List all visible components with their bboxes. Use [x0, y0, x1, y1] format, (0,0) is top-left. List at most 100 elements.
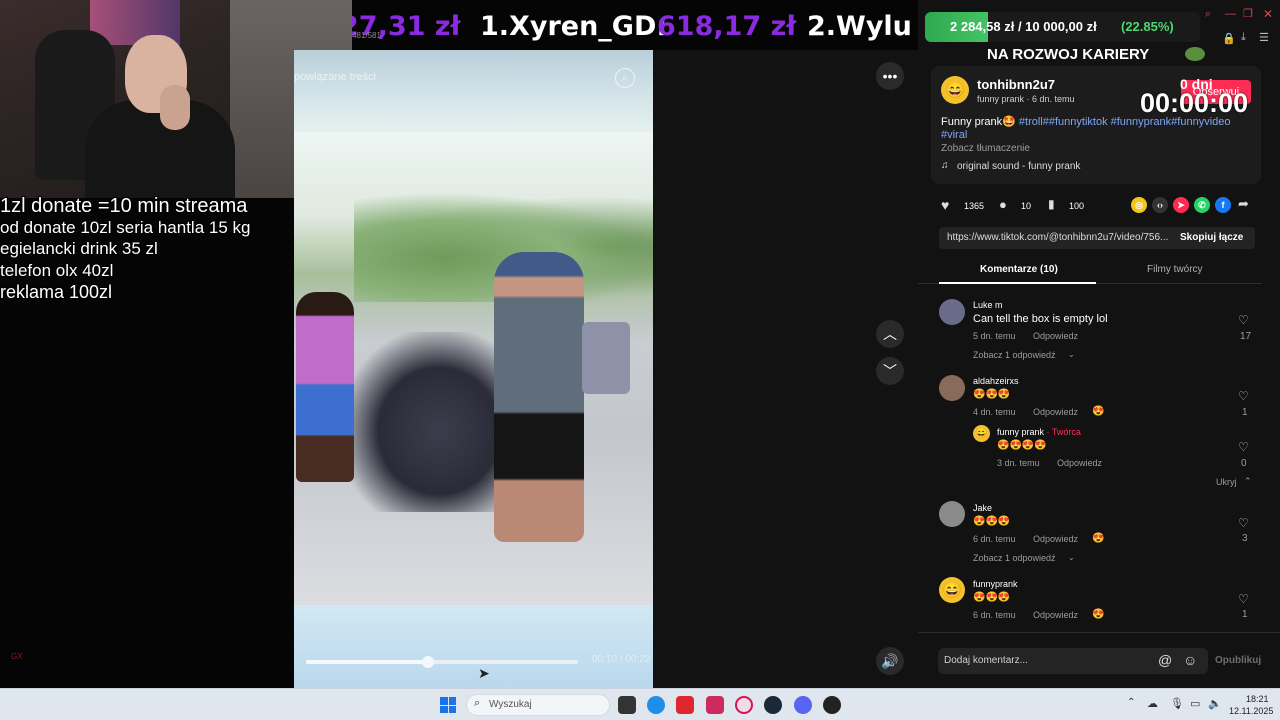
opera-gx-icon[interactable]	[735, 696, 753, 714]
sound-name[interactable]: original sound - funny prank	[957, 161, 1080, 172]
comment-user[interactable]: funnyprank	[973, 579, 1018, 589]
video-progress-bar[interactable]	[306, 660, 578, 664]
menu-icon[interactable]: ☰	[1259, 31, 1269, 44]
comment-user[interactable]: Jake	[973, 503, 992, 513]
author-username[interactable]: tonhibnn2u7	[977, 77, 1055, 92]
donate-line-5: reklama 100zl	[0, 282, 113, 302]
hashtags-line-1[interactable]: #troll##funnytiktok #funnyprank#funnyvid…	[1019, 116, 1231, 128]
save-count: 100	[1069, 201, 1085, 211]
like-icon[interactable]: ♥	[941, 197, 949, 213]
network-icon[interactable]: ▭	[1190, 697, 1200, 710]
goal-amount: 2 284,58 zł / 10 000,00 zł	[950, 19, 1097, 34]
steam-icon[interactable]	[764, 696, 782, 714]
search-window-icon[interactable]: ⌕	[1205, 8, 1211, 21]
lock-icon[interactable]: 🔒	[1222, 32, 1236, 45]
person-right	[494, 252, 584, 542]
clock-date[interactable]: 12.11.2025	[1229, 706, 1273, 716]
comment-time: 5 dn. temu	[973, 331, 1016, 341]
ticker-entry-amount: 618,17 zł	[657, 11, 797, 42]
creator-liked-icon: 😍	[1092, 609, 1105, 620]
speaker-icon[interactable]: 🔈	[1208, 697, 1222, 710]
comment-like-icon[interactable]: ♡	[1238, 389, 1249, 403]
comment-like-icon[interactable]: ♡	[1238, 592, 1249, 606]
comment-text: 😍😍😍	[973, 389, 1011, 400]
close-icon[interactable]: ✕	[1263, 7, 1273, 21]
bookmark-icon[interactable]: ▮	[1048, 197, 1055, 211]
coin-icon[interactable]: ◎	[1131, 197, 1147, 213]
reply-link[interactable]: Odpowiedz	[1057, 458, 1102, 468]
reply-link[interactable]: Odpowiedz	[1033, 534, 1078, 544]
comment-user[interactable]: Luke m	[973, 300, 1003, 310]
download-icon[interactable]: ⤓	[1241, 31, 1246, 44]
previous-video-icon[interactable]: ︿	[876, 320, 904, 348]
comment-like-count: 1	[1242, 407, 1248, 418]
embed-icon[interactable]: ‹›	[1152, 197, 1168, 213]
reply-user: funny prank · Twórca	[997, 427, 1081, 437]
hashtags-line-2[interactable]: #viral	[941, 129, 967, 141]
next-video-icon[interactable]: ﹀	[876, 357, 904, 385]
translate-link[interactable]: Zobacz tłumaczenie	[941, 143, 1030, 154]
pepe-emote-icon	[1185, 47, 1205, 61]
ticker-badge: 481/581	[352, 31, 381, 40]
chevron-down-icon[interactable]: ⌄	[1068, 350, 1075, 359]
discord-icon[interactable]	[794, 696, 812, 714]
microphone-icon[interactable]: 🎙	[1170, 697, 1184, 710]
taskbar-search[interactable]	[466, 694, 610, 716]
app-icon[interactable]	[706, 696, 724, 714]
comment-avatar[interactable]	[939, 299, 965, 325]
taskbar-search-placeholder: Wyszukaj	[489, 699, 532, 710]
author-avatar[interactable]: 😄	[941, 76, 969, 104]
reply-link[interactable]: Odpowiedz	[1033, 331, 1078, 341]
view-replies-link[interactable]: Zobacz 1 odpowiedź	[973, 553, 1056, 563]
ticker-entry: 1.Xyren_GD:	[480, 11, 668, 42]
comment-user[interactable]: aldahzeirxs	[973, 376, 1019, 386]
comment-like-icon[interactable]: ♡	[1238, 313, 1249, 327]
comment-like-icon[interactable]: ♡	[1238, 516, 1249, 530]
clock-time[interactable]: 18:21	[1246, 694, 1269, 704]
minimize-icon[interactable]: —	[1225, 8, 1236, 20]
mention-icon[interactable]: @	[1158, 652, 1172, 668]
reply-link[interactable]: Odpowiedz	[1033, 407, 1078, 417]
comment-icon[interactable]: ●	[999, 197, 1007, 212]
reply-link[interactable]: Odpowiedz	[1033, 610, 1078, 620]
reply-avatar[interactable]: 😄	[973, 425, 990, 442]
maximize-icon[interactable]: ❐	[1243, 7, 1253, 20]
facebook-icon[interactable]: f	[1215, 197, 1231, 213]
emoji-icon[interactable]: ☺	[1183, 652, 1197, 668]
edge-icon[interactable]	[647, 696, 665, 714]
chevron-down-icon[interactable]: ⌄	[1068, 553, 1075, 562]
volume-icon[interactable]: 🔊	[876, 647, 904, 675]
comment-avatar[interactable]	[939, 375, 965, 401]
video-link[interactable]: https://www.tiktok.com/@tonhibnn2u7/vide…	[947, 232, 1168, 243]
post-caption: Funny prank🤩 #troll##funnytiktok #funnyp…	[941, 115, 1231, 128]
chevron-up-icon[interactable]: ⌃	[1244, 476, 1252, 487]
video-player[interactable]: powiązane treści ⌕ 00:10 / 00:22	[294, 50, 653, 688]
taskbar: ⌕ Wyszukaj ⌃ ☁ 🎙 ▭ 🔈 18:21 12.11.2025	[0, 688, 1280, 720]
hide-replies-link[interactable]: Ukryj	[1216, 477, 1237, 487]
search-icon[interactable]: ⌕	[615, 68, 635, 88]
tab-creator-videos[interactable]: Filmy twórcy	[1147, 264, 1203, 275]
tray-chevron-icon[interactable]: ⌃	[1127, 697, 1135, 708]
tab-comments[interactable]: Komentarze (10)	[980, 264, 1058, 275]
youtube-icon[interactable]	[676, 696, 694, 714]
obs-icon[interactable]	[823, 696, 841, 714]
copy-link-button[interactable]: Skopiuj łącze	[1180, 232, 1243, 243]
send-icon[interactable]: ➤	[1173, 197, 1189, 213]
view-replies-link[interactable]: Zobacz 1 odpowiedź	[973, 350, 1056, 360]
comment-like-icon[interactable]: ♡	[1238, 440, 1249, 454]
reply-username[interactable]: funny prank	[997, 427, 1044, 437]
comment-avatar[interactable]: 😄	[939, 577, 965, 603]
related-search-placeholder: powiązane treści	[294, 71, 376, 83]
publish-button[interactable]: Opublikuj	[1215, 655, 1261, 666]
comment-time: 6 dn. temu	[973, 534, 1016, 544]
whatsapp-icon[interactable]: ✆	[1194, 197, 1210, 213]
start-icon[interactable]	[440, 697, 456, 713]
comment-avatar[interactable]	[939, 501, 965, 527]
comment-like-count: 1	[1242, 609, 1248, 620]
carried-box	[582, 322, 630, 394]
more-options-icon[interactable]: •••	[876, 62, 904, 90]
gx-label: GX	[11, 652, 23, 661]
share-arrow-icon[interactable]: ➦	[1238, 196, 1249, 212]
cloud-icon[interactable]: ☁	[1147, 697, 1158, 710]
task-view-icon[interactable]	[618, 696, 636, 714]
